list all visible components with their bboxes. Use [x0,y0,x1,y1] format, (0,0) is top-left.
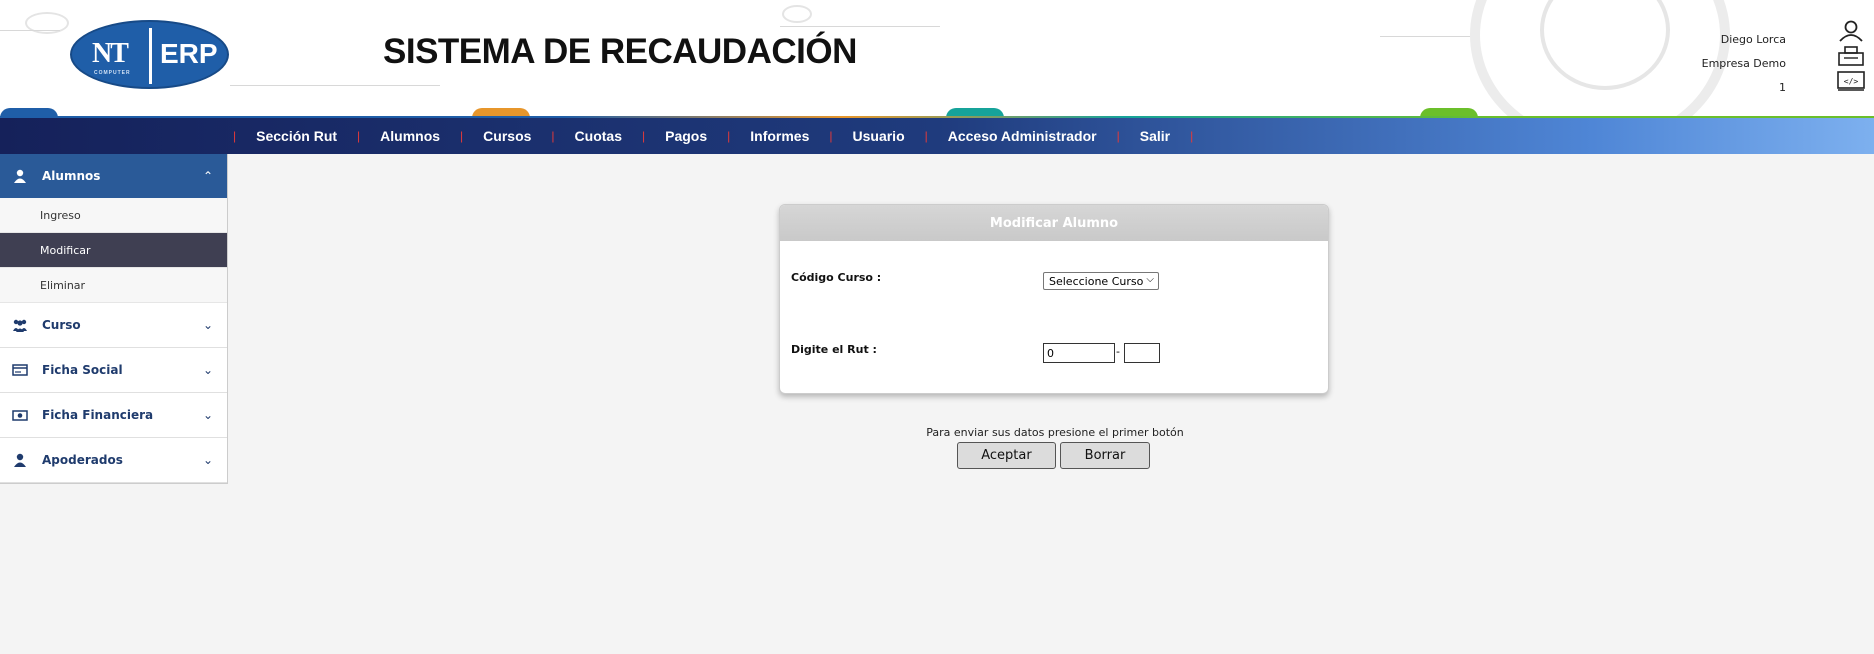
nav-item-usuario[interactable]: Usuario [853,128,905,144]
panel-title: Modificar Alumno [780,205,1328,241]
user-icon [14,453,26,467]
chevron-up-icon: ⌃ [202,169,213,183]
chevron-down-icon: ⌄ [202,363,213,377]
chevron-down-icon: ⌄ [202,453,213,467]
logo-text-left: NT [92,38,129,69]
chevron-down-icon: ⌵ [1146,274,1154,285]
curso-select[interactable]: Seleccione Curso ⌵ [1043,272,1159,290]
chevron-down-icon: ⌄ [202,318,213,332]
company-number: 1 [1779,81,1786,94]
user-name: Diego Lorca [1720,33,1786,46]
rut-input[interactable]: 0 [1043,343,1115,363]
sidebar: Alumnos ⌃ Ingreso Modificar Eliminar Cur… [0,154,228,484]
decorative-ring [782,5,812,23]
decorative-line [230,85,440,86]
logo-text-right: ERP [160,38,218,69]
nav-separator: | [924,129,928,143]
modify-student-panel: Modificar Alumno Código Curso : Seleccio… [779,204,1329,394]
sidebar-section-alumnos[interactable]: Alumnos ⌃ [0,154,227,198]
nav-separator: | [357,129,361,143]
decorative-line [780,26,940,27]
rut-label: Digite el Rut : [791,343,877,356]
sidebar-section-ficha-social[interactable]: Ficha Social ⌄ [0,348,227,393]
curso-select-value: Seleccione Curso [1049,274,1144,288]
dv-input[interactable] [1124,343,1160,363]
nav-separator: | [233,129,237,143]
nav-item-pagos[interactable]: Pagos [665,128,707,144]
nav-separator: | [829,129,833,143]
nav-item-informes[interactable]: Informes [750,128,809,144]
nav-separator: | [727,129,731,143]
user-icon [14,169,26,183]
group-icon [13,319,27,332]
user-info: Diego Lorca Empresa Demo 1 [1702,28,1786,100]
nav-item-seccion-rut[interactable]: Sección Rut [256,128,337,144]
logo-subtext: COMPUTER [94,70,131,76]
decorative-line [1380,36,1470,37]
sidebar-item-modificar[interactable]: Modificar [0,233,227,268]
nav-item-cuotas[interactable]: Cuotas [575,128,622,144]
sidebar-section-label: Alumnos [42,169,101,183]
nav-item-cursos[interactable]: Cursos [483,128,531,144]
nav-separator: | [460,129,464,143]
app-title: SISTEMA DE RECAUDACIÓN [383,32,857,71]
main-nav: | Sección Rut | Alumnos | Cursos | Cuota… [0,118,1874,154]
accept-button[interactable]: Aceptar [957,442,1056,469]
nav-separator: | [641,129,646,143]
chevron-down-icon: ⌄ [202,408,213,422]
card-icon [12,364,28,376]
header: NT COMPUTER ERP SISTEMA DE RECAUDACIÓN D… [0,0,1874,118]
company-icon[interactable] [1836,45,1866,67]
sidebar-section-label: Apoderados [42,453,123,467]
nav-separator: | [551,129,555,143]
sidebar-item-eliminar[interactable]: Eliminar [0,268,227,303]
sidebar-section-label: Ficha Financiera [42,408,154,422]
clear-button[interactable]: Borrar [1060,442,1150,469]
sidebar-section-label: Curso [42,318,81,332]
sidebar-item-ingreso[interactable]: Ingreso [0,198,227,233]
svg-text:</>: </> [1844,77,1859,86]
sidebar-section-ficha-financiera[interactable]: Ficha Financiera ⌄ [0,393,227,438]
nav-item-alumnos[interactable]: Alumnos [380,128,440,144]
nav-items: | Sección Rut | Alumnos | Cursos | Cuota… [213,118,1213,154]
codigo-curso-label: Código Curso : [791,271,882,284]
company-name: Empresa Demo [1701,57,1786,70]
sidebar-section-apoderados[interactable]: Apoderados ⌄ [0,438,227,483]
nav-separator: | [1116,129,1120,143]
logo-divider [149,28,152,84]
logo: NT COMPUTER ERP [70,20,229,89]
money-icon [12,410,28,421]
user-icon[interactable] [1836,20,1866,42]
sidebar-section-curso[interactable]: Curso ⌄ [0,303,227,348]
nav-separator: | [1190,129,1194,143]
rut-separator: - [1116,345,1120,358]
nav-item-acceso-administrador[interactable]: Acceso Administrador [948,128,1097,144]
decorative-line [0,30,60,31]
sidebar-section-label: Ficha Social [42,363,123,377]
code-icon[interactable]: </> [1836,70,1866,92]
helper-text: Para enviar sus datos presione el primer… [926,426,1184,439]
nav-item-salir[interactable]: Salir [1140,128,1170,144]
